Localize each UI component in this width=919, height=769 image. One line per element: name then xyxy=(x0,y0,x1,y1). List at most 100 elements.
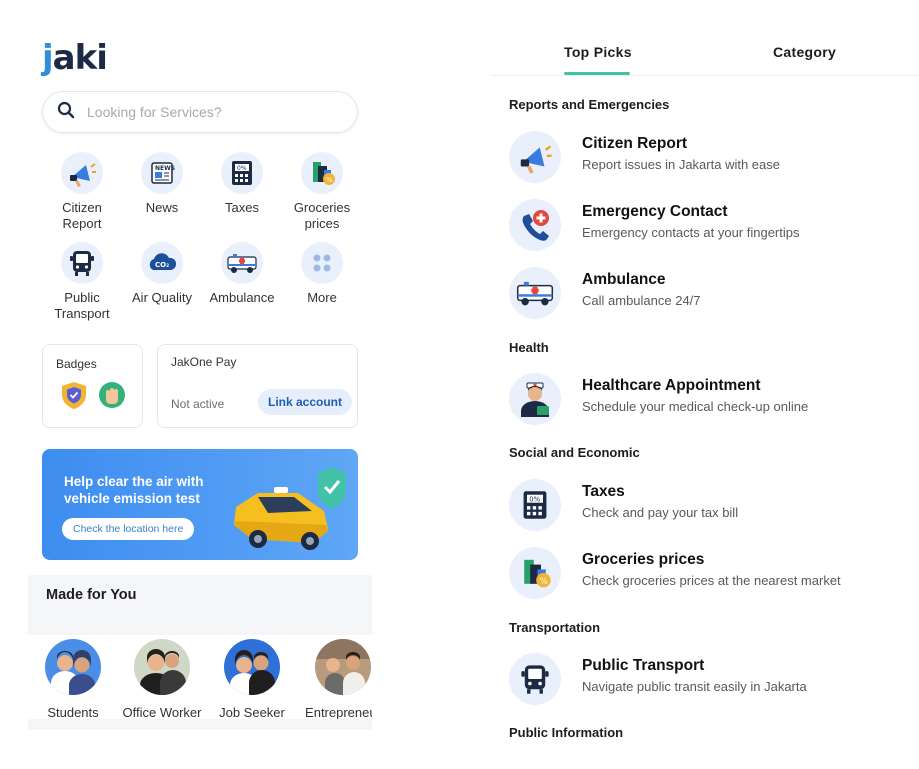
svg-text:%: % xyxy=(540,576,548,586)
newspaper-icon: NEWS xyxy=(141,152,183,194)
calculator-icon: 0% xyxy=(221,152,263,194)
check-location-button[interactable]: Check the location here xyxy=(62,518,195,540)
megaphone-icon xyxy=(61,152,103,194)
service-label: Air Quality xyxy=(132,290,192,305)
service-taxes[interactable]: 0% Taxes xyxy=(202,152,282,232)
ambulance-icon xyxy=(509,267,561,319)
item-description: Schedule your medical check-up online xyxy=(582,399,809,414)
persona-label: Office Worker xyxy=(122,705,202,719)
active-tab-indicator xyxy=(564,72,630,75)
item-name: Taxes xyxy=(582,483,625,500)
banner-text: Help clear the air with vehicle emission… xyxy=(64,474,204,506)
service-public-transport[interactable]: Public Transport xyxy=(42,242,122,322)
tab-top-picks[interactable]: Top Picks xyxy=(564,44,632,60)
calculator-icon: 0% xyxy=(509,479,561,531)
item-public-transport[interactable]: Public Transport Navigate public transit… xyxy=(509,653,909,707)
item-description: Report issues in Jakarta with ease xyxy=(582,157,780,172)
item-description: Navigate public transit easily in Jakart… xyxy=(582,679,807,694)
item-description: Call ambulance 24/7 xyxy=(582,293,701,308)
service-label: More xyxy=(307,290,337,305)
item-name: Ambulance xyxy=(582,271,666,288)
groceries-icon: % xyxy=(509,547,561,599)
item-description: Emergency contacts at your fingertips xyxy=(582,225,800,240)
item-name: Public Transport xyxy=(582,657,705,674)
co2-cloud-icon: CO₂ xyxy=(141,242,183,284)
entrepreneur-avatar xyxy=(315,639,371,695)
item-emergency-contact[interactable]: Emergency Contact Emergency contacts at … xyxy=(509,199,909,253)
service-ambulance[interactable]: Ambulance xyxy=(202,242,282,322)
item-name: Healthcare Appointment xyxy=(582,377,761,394)
jakone-pay-card[interactable]: JakOne Pay Not active Link account xyxy=(157,344,358,428)
item-description: Check and pay your tax bill xyxy=(582,505,739,520)
section-title-reports-emergencies: Reports and Emergencies xyxy=(509,97,670,112)
service-news[interactable]: NEWS News xyxy=(122,152,202,232)
persona-label: Job Seeker xyxy=(219,705,285,719)
service-label: Taxes xyxy=(225,200,259,215)
students-avatar xyxy=(45,639,101,695)
emission-test-banner[interactable]: Help clear the air with vehicle emission… xyxy=(42,449,358,560)
persona-label: Students xyxy=(47,705,99,719)
item-healthcare-appointment[interactable]: Healthcare Appointment Schedule your med… xyxy=(509,373,909,427)
link-account-button[interactable]: Link account xyxy=(258,389,353,415)
item-groceries-prices[interactable]: % Groceries prices Check groceries price… xyxy=(509,547,909,601)
tab-bar: Top Picks Category xyxy=(492,30,919,76)
service-label: Public Transport xyxy=(54,290,110,321)
item-name: Citizen Report xyxy=(582,135,688,152)
section-title-health: Health xyxy=(509,340,549,355)
svg-text:0%: 0% xyxy=(237,165,247,172)
search-icon xyxy=(57,101,75,124)
item-ambulance[interactable]: Ambulance Call ambulance 24/7 xyxy=(509,267,909,321)
bus-icon xyxy=(509,653,561,705)
section-title-public-information: Public Information xyxy=(509,725,624,740)
section-title-social-economic: Social and Economic xyxy=(509,445,640,460)
tab-category[interactable]: Category xyxy=(773,44,836,60)
service-groceries-prices[interactable]: % Groceries prices xyxy=(282,152,362,232)
svg-text:CO₂: CO₂ xyxy=(155,261,169,269)
section-title-transportation: Transportation xyxy=(509,620,601,635)
car-illustration xyxy=(234,467,346,550)
persona-students[interactable]: Students xyxy=(28,639,118,719)
jakone-pay-status: Not active xyxy=(171,397,225,411)
nurse-icon xyxy=(509,373,561,425)
ambulance-icon xyxy=(221,242,263,284)
job-seeker-avatar xyxy=(224,639,280,695)
item-taxes[interactable]: 0% Taxes Check and pay your tax bill xyxy=(509,479,909,533)
hand-badge-icon xyxy=(99,382,125,408)
persona-label: Entrepreneur xyxy=(305,705,372,719)
persona-office-worker[interactable]: Office Worker xyxy=(117,639,207,719)
made-for-you-section: Made for You Students Office Worker Job … xyxy=(28,575,372,730)
search-input[interactable] xyxy=(87,104,327,120)
megaphone-icon xyxy=(509,131,561,183)
jakone-pay-title: JakOne Pay xyxy=(171,355,237,369)
personas-row: Students Office Worker Job Seeker Entrep… xyxy=(28,635,372,719)
persona-entrepreneur[interactable]: Entrepreneur xyxy=(298,639,372,719)
jaki-logo: jaki xyxy=(42,38,108,78)
groceries-icon: % xyxy=(301,152,343,194)
item-citizen-report[interactable]: Citizen Report Report issues in Jakarta … xyxy=(509,131,909,185)
service-label: Citizen Report xyxy=(62,200,102,231)
svg-text:%: % xyxy=(326,176,333,184)
service-more[interactable]: More xyxy=(282,242,362,322)
service-label: Groceries prices xyxy=(293,200,351,231)
svg-text:NEWS: NEWS xyxy=(155,165,175,172)
bus-icon xyxy=(61,242,103,284)
item-name: Emergency Contact xyxy=(582,203,728,220)
office-worker-avatar xyxy=(134,639,190,695)
svg-text:0%: 0% xyxy=(529,496,540,504)
badges-card[interactable]: Badges xyxy=(42,344,143,428)
made-for-you-title: Made for You xyxy=(46,587,137,603)
service-label: Ambulance xyxy=(209,290,275,305)
services-grid: Citizen Report NEWS News 0% Taxes % Groc… xyxy=(42,152,362,322)
item-description: Check groceries prices at the nearest ma… xyxy=(582,573,841,588)
badges-title: Badges xyxy=(56,357,97,371)
service-label: News xyxy=(145,200,179,215)
persona-job-seeker[interactable]: Job Seeker xyxy=(207,639,297,719)
search-bar[interactable] xyxy=(42,91,358,133)
service-air-quality[interactable]: CO₂ Air Quality xyxy=(122,242,202,322)
phone-emergency-icon xyxy=(509,199,561,251)
shield-badge-icon xyxy=(62,382,86,409)
grid-dots-icon xyxy=(301,242,343,284)
home-panel: jaki Citizen Report NEWS News 0% Taxes xyxy=(28,0,372,769)
service-citizen-report[interactable]: Citizen Report xyxy=(42,152,122,232)
item-name: Groceries prices xyxy=(582,551,705,568)
